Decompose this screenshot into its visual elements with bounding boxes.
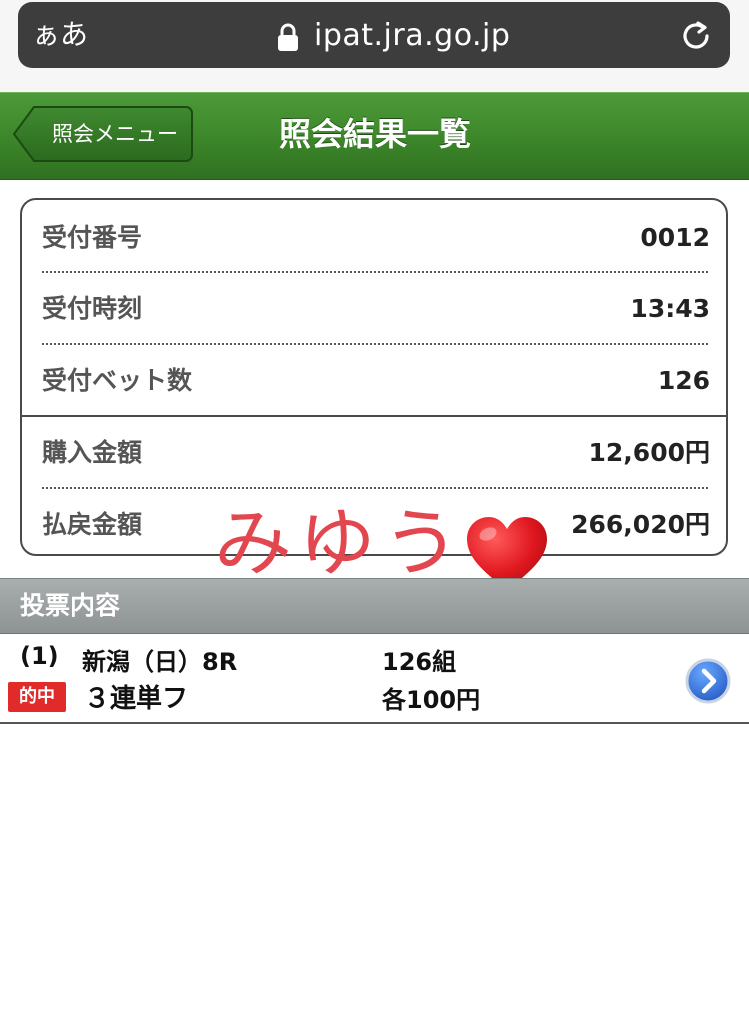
info-value: 12,600円 — [588, 438, 710, 467]
info-label: 払戻金額 — [42, 510, 143, 539]
back-button-label: 照会メニュー — [52, 122, 178, 146]
bet-race: 新潟（日）8R — [82, 648, 238, 676]
info-value: 13:43 — [630, 294, 710, 323]
app-header: 照会メニュー 照会結果一覧 — [0, 92, 749, 180]
info-label: 購入金額 — [42, 438, 143, 467]
text-size-button[interactable]: ぁあ — [32, 16, 88, 54]
info-label: 受付ベット数 — [42, 366, 193, 395]
info-row-bet-count: 受付ベット数 126 — [42, 345, 710, 415]
hit-badge: 的中 — [8, 682, 66, 712]
section-title: 投票内容 — [20, 591, 121, 620]
url-text[interactable]: ipat.jra.go.jp — [314, 16, 510, 56]
reload-icon[interactable] — [678, 18, 714, 54]
chevron-right-icon[interactable] — [685, 658, 731, 704]
info-label: 受付番号 — [42, 223, 143, 252]
page-title: 照会結果一覧 — [278, 115, 471, 153]
back-button[interactable]: 照会メニュー — [12, 105, 194, 163]
info-value: 266,020円 — [571, 510, 710, 539]
info-row-receipt-time: 受付時刻 13:43 — [42, 273, 710, 343]
address-bar[interactable]: ぁあ ipat.jra.go.jp — [18, 2, 730, 68]
section-header: 投票内容 — [0, 578, 749, 634]
bet-type: ３連単フ — [84, 684, 189, 714]
info-row-receipt-number: 受付番号 0012 — [42, 202, 710, 272]
info-value: 126 — [657, 366, 710, 395]
info-value: 0012 — [640, 223, 710, 252]
bet-unit-amount: 各100円 — [382, 686, 481, 714]
bet-list-item[interactable]: (1) 新潟（日）8R 126組 的中 ３連単フ 各100円 — [0, 634, 749, 724]
bet-number: (1) — [20, 642, 59, 670]
info-row-purchase-amount: 購入金額 12,600円 — [42, 417, 710, 487]
bet-combination-count: 126組 — [382, 648, 457, 676]
lock-icon — [278, 23, 298, 51]
info-label: 受付時刻 — [42, 294, 143, 323]
browser-chrome: ぁあ ipat.jra.go.jp — [0, 0, 749, 92]
